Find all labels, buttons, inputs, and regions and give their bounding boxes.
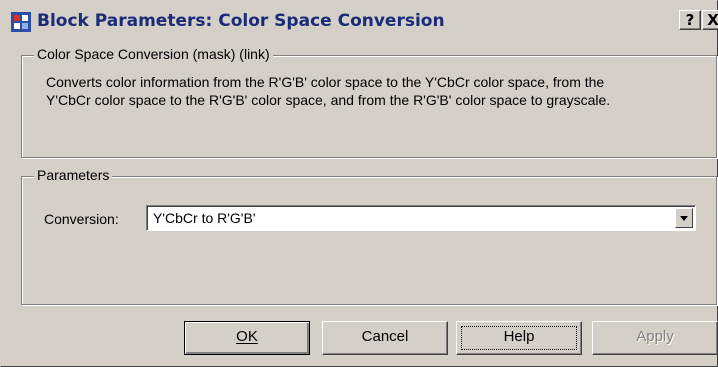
block-parameters-dialog: Block Parameters: Color Space Conversion… [0,0,718,367]
cancel-button[interactable]: Cancel [322,321,448,355]
conversion-select[interactable]: Y'CbCr to R'G'B' [146,205,696,231]
ok-button[interactable]: OK [184,321,310,355]
parameters-group: Parameters Conversion: Y'CbCr to R'G'B' [21,167,717,305]
simulink-block-icon [11,12,31,32]
ok-button-label: OK [236,328,258,345]
block-description: Converts color information from the R'G'… [46,74,611,108]
mask-description-group: Color Space Conversion (mask) (link) Con… [21,46,717,158]
title-bar[interactable]: Block Parameters: Color Space Conversion… [3,3,718,39]
apply-button-label: Apply [636,328,674,345]
mask-group-legend: Color Space Conversion (mask) (link) [34,46,273,62]
help-button-label: Help [503,328,535,345]
apply-button[interactable]: Apply [592,321,718,355]
cancel-button-label: Cancel [361,328,409,345]
conversion-label: Conversion: [44,211,119,227]
conversion-select-value: Y'CbCr to R'G'B' [153,210,256,226]
close-button[interactable]: X [702,10,718,30]
parameters-group-legend: Parameters [34,167,113,183]
window-title: Block Parameters: Color Space Conversion [37,11,445,31]
help-button[interactable]: Help [456,321,582,355]
chevron-down-icon[interactable] [675,208,693,228]
context-help-button[interactable]: ? [679,10,701,30]
